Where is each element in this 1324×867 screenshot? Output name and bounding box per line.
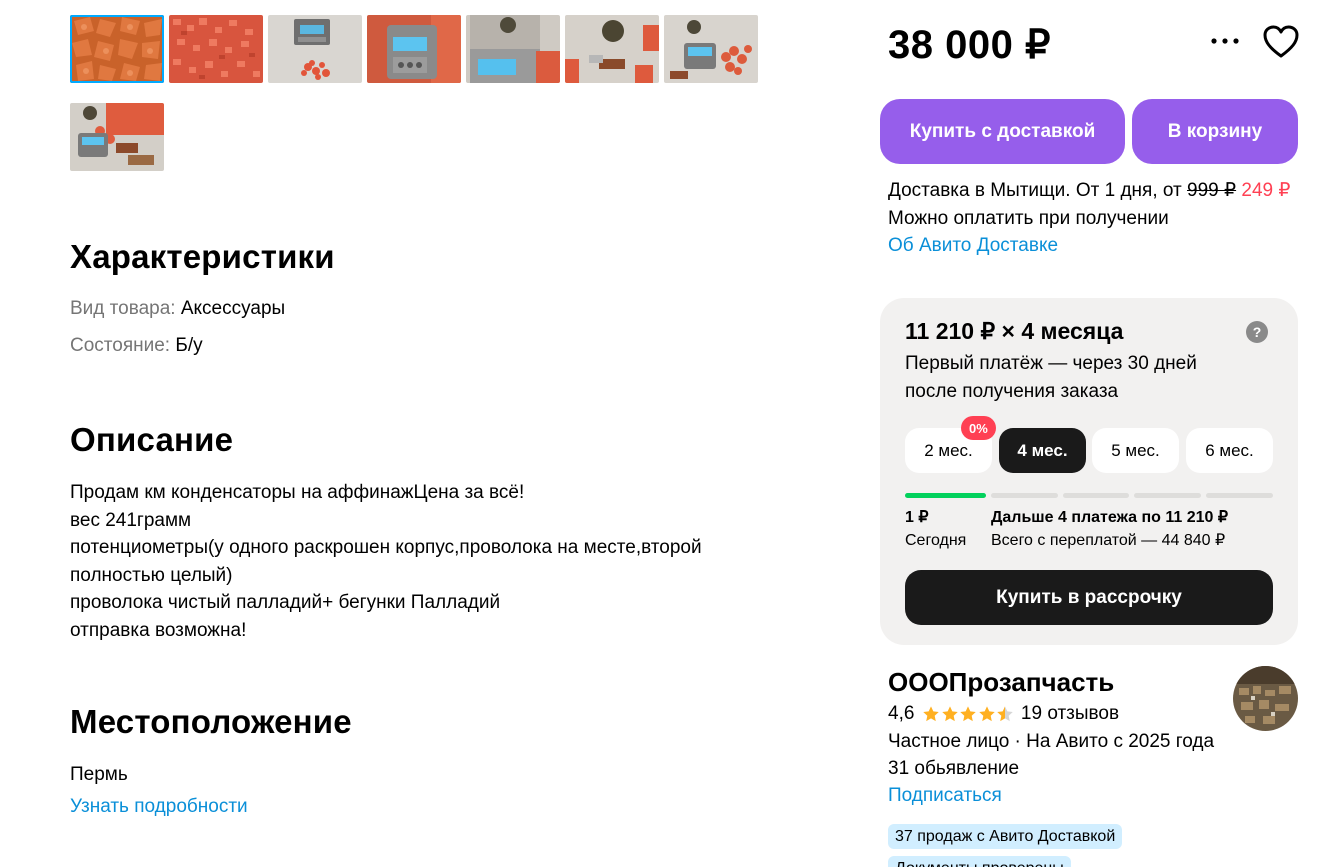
total-with-overpay: Всего с переплатой — 44 840 ₽	[991, 532, 1226, 549]
location-city: Пермь	[70, 764, 128, 785]
seller-avatar-image	[1233, 666, 1298, 731]
heart-icon	[1263, 25, 1299, 58]
delivery-line: Доставка в Мытищи. От 1 дня, от 999 ₽ 24…	[888, 177, 1290, 205]
avatar[interactable]	[1233, 666, 1298, 731]
first-payment-when: Сегодня	[905, 532, 967, 549]
subscribe-link[interactable]: Подписаться	[888, 785, 1002, 807]
thumbnail-7[interactable]	[664, 15, 758, 83]
delivery-old-price: 999 ₽	[1187, 180, 1237, 201]
description-line: полностью целый)	[70, 564, 233, 586]
thumbnail-image	[169, 15, 263, 83]
characteristic-row: Состояние: Б/у	[70, 335, 203, 357]
first-payment-amount: 1 ₽	[905, 509, 929, 526]
thumbnail-image	[664, 15, 758, 83]
star-icon	[942, 706, 958, 722]
seller-listings[interactable]: 31 обьявление	[888, 758, 1019, 780]
thumbnail-8[interactable]	[70, 103, 164, 171]
description-line: отправка возможна!	[70, 619, 247, 641]
rating-stars	[922, 705, 1015, 723]
about-delivery-link[interactable]: Об Авито Доставке	[888, 232, 1290, 260]
delivery-new-price: 249 ₽	[1241, 180, 1291, 201]
description-line: Продам км конденсаторы на аффинажЦена за…	[70, 482, 525, 503]
progress-segment	[905, 493, 986, 498]
location-title: Местоположение	[70, 703, 352, 740]
add-to-cart-button[interactable]: В корзину	[1132, 99, 1298, 164]
installment-card: 11 210 ₽ × 4 месяца ? Первый платёж — че…	[880, 298, 1298, 645]
characteristic-key: Состояние:	[70, 335, 171, 356]
more-dots-icon	[1211, 38, 1239, 44]
progress-segment	[1206, 493, 1273, 498]
payment-note: Можно оплатить при получении	[888, 207, 1169, 229]
characteristic-key: Вид товара:	[70, 298, 176, 319]
characteristic-value: Аксессуары	[180, 298, 286, 319]
thumbnail-1[interactable]	[70, 15, 164, 83]
rating-value: 4,6	[888, 703, 915, 724]
description-line: проволока чистый палладий+ бегунки Палла…	[70, 592, 501, 613]
reviews-count[interactable]: 19 отзывов	[1021, 703, 1119, 725]
location-details-link[interactable]: Узнать подробности	[70, 796, 248, 818]
thumbnail-image	[565, 15, 659, 83]
help-icon[interactable]: ?	[1246, 321, 1268, 343]
thumbnail-image	[268, 15, 362, 83]
favorite-button[interactable]	[1262, 24, 1300, 60]
progress-segment	[1063, 493, 1129, 498]
next-payments: Дальше 4 платежа по 11 210 ₽ Всего с пер…	[991, 506, 1228, 552]
progress-segment	[991, 493, 1058, 498]
seller-rating: 4,6 19 отзывов	[888, 703, 1119, 725]
characteristic-row: Вид товара: Аксессуары	[70, 298, 285, 320]
zero-percent-badge: 0%	[961, 416, 996, 440]
payment-progress	[905, 493, 1273, 498]
delivery-info: Доставка в Мытищи. От 1 дня, от 999 ₽ 24…	[888, 177, 1290, 260]
next-payments-text: Дальше 4 платежа по 11 210 ₽	[991, 509, 1229, 526]
thumbnail-3[interactable]	[268, 15, 362, 83]
seller-name[interactable]: ОООПрозапчасть	[888, 667, 1114, 698]
installment-subtitle: Первый платёж — через 30 дней после полу…	[905, 353, 1197, 402]
characteristics-title: Характеристики	[70, 238, 335, 275]
first-payment: 1 ₽ Сегодня	[905, 506, 966, 552]
seller-tag: Документы проверены	[888, 856, 1071, 867]
thumbnail-5[interactable]	[466, 15, 560, 83]
thumbnail-image	[70, 103, 164, 171]
thumbnail-image	[466, 15, 560, 83]
term-option-5[interactable]: 5 мес.	[1092, 428, 1179, 473]
delivery-text: Доставка в Мытищи. От 1 дня, от	[888, 180, 1182, 201]
description-line: вес 241грамм	[70, 509, 192, 531]
star-icon	[923, 706, 940, 722]
thumbnail-2[interactable]	[169, 15, 263, 83]
star-icon	[960, 706, 977, 722]
thumbnail-image	[367, 15, 461, 83]
seller-tag: 37 продаж с Авито Доставкой	[888, 824, 1123, 849]
price: 38 000 ₽	[888, 23, 1051, 67]
more-button[interactable]	[1208, 28, 1242, 54]
thumbnail-4[interactable]	[367, 15, 461, 83]
description-text: Продам км конденсаторы на аффинажЦена за…	[70, 479, 770, 644]
description-line: потенциометры(у одного раскрошен корпус,…	[70, 537, 702, 558]
description-title: Описание	[70, 421, 234, 458]
installment-title: 11 210 ₽ × 4 месяца	[905, 318, 1124, 344]
term-option-6[interactable]: 6 мес.	[1186, 428, 1273, 473]
star-icon	[979, 706, 995, 722]
buy-installment-button[interactable]: Купить в рассрочку	[905, 570, 1273, 625]
buy-with-delivery-button[interactable]: Купить с доставкой	[880, 99, 1125, 164]
term-option-4[interactable]: 4 мес.	[999, 428, 1086, 473]
thumbnail-6[interactable]	[565, 15, 659, 83]
characteristic-value: Б/у	[175, 335, 203, 356]
thumbnail-image	[70, 15, 164, 83]
progress-segment	[1134, 493, 1201, 498]
half-star-icon	[997, 706, 1014, 722]
seller-type-since: Частное лицо · На Авито с 2025 года	[888, 731, 1215, 752]
